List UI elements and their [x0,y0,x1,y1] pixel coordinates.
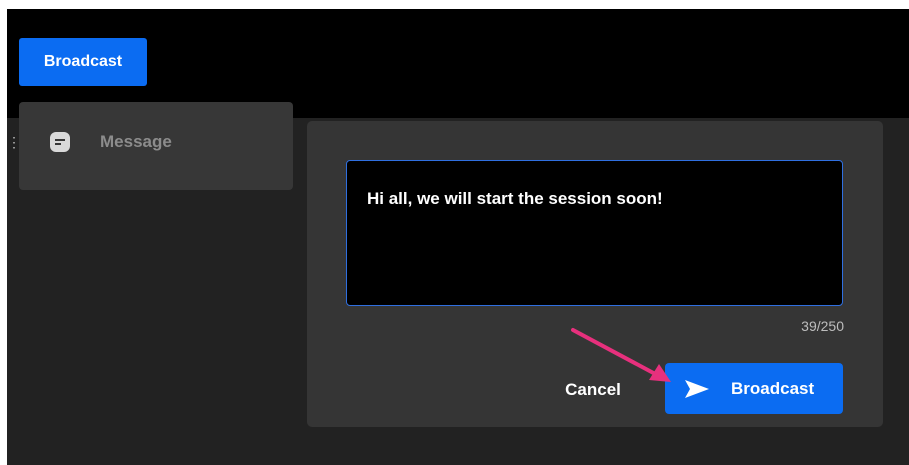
app-window: Broadcast ⋮ Message Hi all, we will star… [7,9,909,465]
broadcast-dropdown-menu: Message [19,102,293,190]
broadcast-send-button[interactable]: Broadcast [665,363,843,414]
message-icon [50,132,70,152]
menu-item-message[interactable]: Message [19,120,293,164]
send-icon [685,379,709,398]
character-counter: 39/250 [801,318,844,334]
broadcast-menu-button[interactable]: Broadcast [19,38,147,86]
broadcast-message-input[interactable]: Hi all, we will start the session soon! [346,160,843,306]
broadcast-send-label: Broadcast [731,378,815,398]
menu-item-label: Message [100,132,172,151]
annotation-arrow-icon [571,328,671,382]
